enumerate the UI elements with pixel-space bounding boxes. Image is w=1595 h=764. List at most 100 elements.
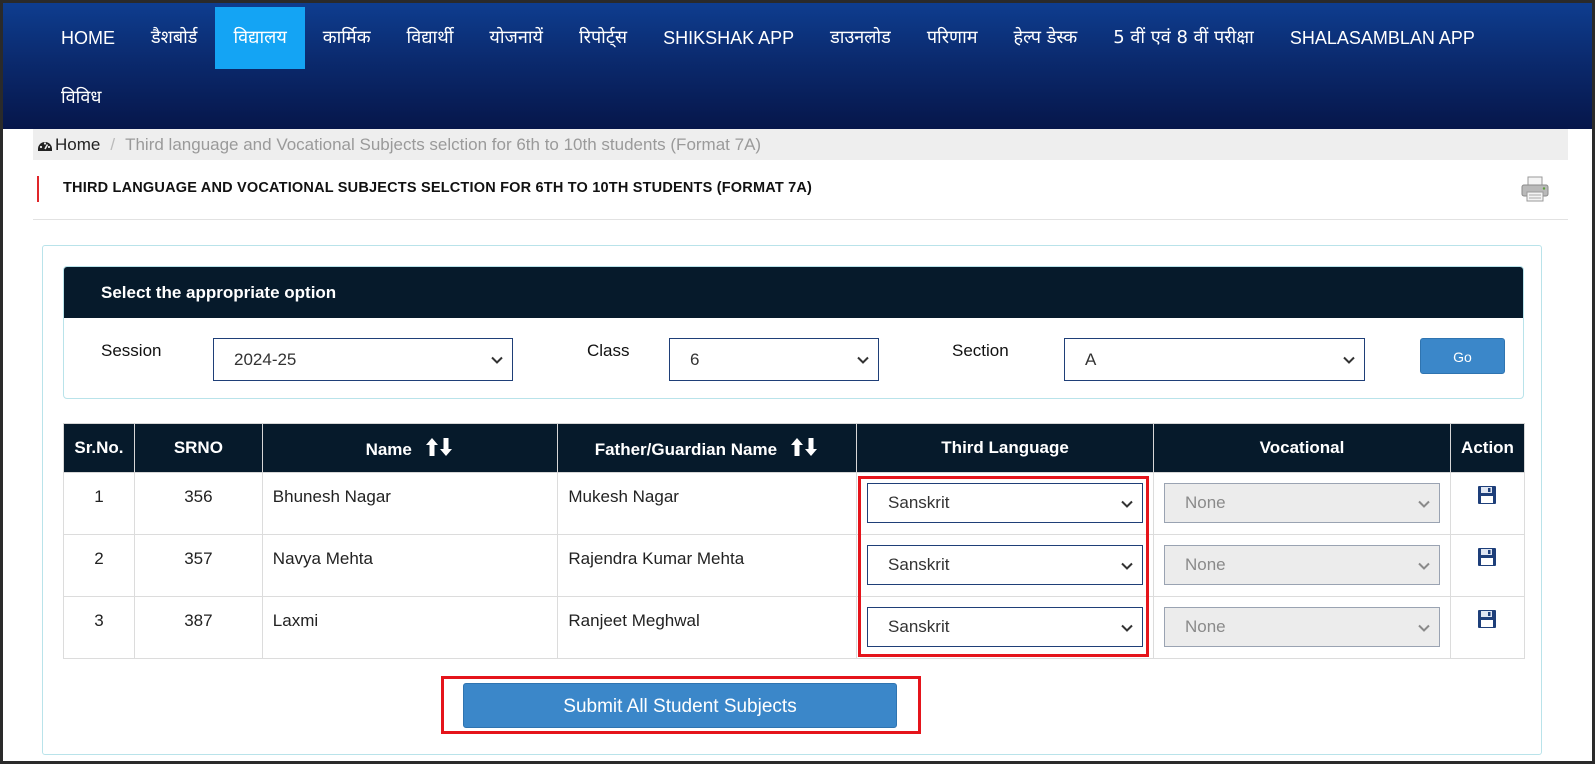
page-frame: HOME डैशबोर्ड विद्यालय कार्मिक विद्यार्थी योज… bbox=[0, 0, 1595, 764]
nav-item-6[interactable]: रिपोर्ट्स bbox=[561, 7, 645, 69]
sort-icon[interactable] bbox=[425, 437, 455, 457]
nav-item-9[interactable]: परिणाम bbox=[909, 7, 996, 69]
filter-panel-header: Select the appropriate option bbox=[64, 267, 1523, 318]
cell-student-name: Bhunesh Nagar bbox=[261, 472, 559, 535]
cell-student-name: Laxmi bbox=[261, 596, 559, 659]
chevron-down-icon bbox=[1121, 624, 1133, 632]
cell-student-name: Navya Mehta bbox=[261, 534, 559, 597]
go-button[interactable]: Go bbox=[1420, 338, 1505, 374]
chevron-down-icon bbox=[1343, 356, 1355, 364]
main-panel: Select the appropriate option Session 20… bbox=[42, 245, 1542, 755]
cell-vocational: None bbox=[1153, 534, 1451, 597]
third-language-value: Sanskrit bbox=[888, 617, 950, 636]
nav-item-4[interactable]: विद्यार्थी bbox=[389, 7, 472, 69]
nav-row2-item-0[interactable]: विविध bbox=[43, 67, 119, 129]
col-header-srno2: SRNO bbox=[133, 423, 263, 473]
chevron-down-icon bbox=[857, 356, 869, 364]
nav-item-12[interactable]: SHALASAMBLAN APP bbox=[1272, 7, 1493, 69]
third-language-value: Sanskrit bbox=[888, 493, 950, 512]
vocational-select[interactable]: None bbox=[1164, 483, 1440, 523]
col-header-vocational: Vocational bbox=[1153, 423, 1451, 473]
cell-father-name: Ranjeet Meghwal bbox=[557, 596, 858, 659]
vocational-value: None bbox=[1185, 617, 1226, 636]
cell-vocational: None bbox=[1153, 472, 1451, 535]
cell-sr-no: 2 bbox=[63, 534, 135, 597]
session-select[interactable]: 2024-25 bbox=[213, 338, 513, 381]
section-select-value: A bbox=[1085, 350, 1097, 369]
nav-item-11[interactable]: 5 वीं एवं 8 वीं परीक्षा bbox=[1095, 7, 1272, 69]
chevron-down-icon bbox=[1121, 562, 1133, 570]
cell-srno: 356 bbox=[133, 472, 263, 535]
submit-all-button[interactable]: Submit All Student Subjects bbox=[463, 683, 897, 728]
nav-item-8[interactable]: डाउनलोड bbox=[812, 7, 909, 69]
session-select-value: 2024-25 bbox=[234, 350, 297, 369]
nav-item-5[interactable]: योजनायें bbox=[471, 7, 561, 69]
col-header-name[interactable]: Name bbox=[261, 423, 559, 473]
nav-item-1[interactable]: डैशबोर्ड bbox=[133, 7, 215, 69]
cell-sr-no: 3 bbox=[63, 596, 135, 659]
title-accent-bar bbox=[37, 176, 39, 202]
breadcrumb-home-link[interactable]: Home bbox=[37, 135, 100, 155]
save-icon[interactable] bbox=[1477, 485, 1497, 505]
save-icon[interactable] bbox=[1477, 547, 1497, 567]
cell-action bbox=[1449, 596, 1526, 659]
cell-vocational: None bbox=[1153, 596, 1451, 659]
table-row: 2 357 Navya Mehta Rajendra Kumar Mehta Sansk… bbox=[63, 534, 1526, 597]
table-row: 1 356 Bhunesh Nagar Mukesh Nagar Sanskrit Non… bbox=[63, 472, 1526, 535]
chevron-down-icon bbox=[491, 356, 503, 364]
dashboard-icon bbox=[38, 141, 52, 151]
third-language-select[interactable]: Sanskrit bbox=[867, 545, 1144, 585]
cell-father-name: Rajendra Kumar Mehta bbox=[557, 534, 858, 597]
cell-third-language: Sanskrit bbox=[856, 596, 1155, 659]
breadcrumb-current: Third language and Vocational Subjects s… bbox=[125, 134, 762, 154]
nav-item-3[interactable]: कार्मिक bbox=[305, 7, 389, 69]
col-header-third-language: Third Language bbox=[856, 423, 1155, 473]
nav-item-10[interactable]: हेल्प डेस्क bbox=[996, 7, 1096, 69]
col-header-father[interactable]: Father/Guardian Name bbox=[557, 423, 858, 473]
chevron-down-icon bbox=[1418, 562, 1430, 570]
students-table: Sr.No. SRNO Name Father/Guardian Name Th… bbox=[63, 423, 1526, 659]
cell-sr-no: 1 bbox=[63, 472, 135, 535]
cell-action bbox=[1449, 534, 1526, 597]
page-title-bar: THIRD LANGUAGE AND VOCATIONAL SUBJECTS S… bbox=[33, 160, 1568, 220]
col-header-action: Action bbox=[1449, 423, 1526, 473]
section-select[interactable]: A bbox=[1064, 338, 1365, 381]
third-language-select[interactable]: Sanskrit bbox=[867, 607, 1144, 647]
col-header-name-label: Name bbox=[365, 439, 412, 459]
chevron-down-icon bbox=[1121, 500, 1133, 508]
breadcrumb-home-label: Home bbox=[55, 134, 101, 154]
session-label: Session bbox=[101, 341, 162, 360]
nav-item-0[interactable]: HOME bbox=[43, 7, 133, 69]
sort-icon[interactable] bbox=[790, 437, 820, 457]
table-header-row: Sr.No. SRNO Name Father/Guardian Name Th… bbox=[63, 423, 1526, 473]
class-label: Class bbox=[587, 341, 630, 360]
vocational-value: None bbox=[1185, 555, 1226, 574]
save-icon[interactable] bbox=[1477, 609, 1497, 629]
cell-action bbox=[1449, 472, 1526, 535]
chevron-down-icon bbox=[1418, 624, 1430, 632]
nav-item-2[interactable]: विद्यालय bbox=[215, 7, 305, 69]
class-select[interactable]: 6 bbox=[669, 338, 879, 381]
chevron-down-icon bbox=[1418, 500, 1430, 508]
nav-item-7[interactable]: SHIKSHAK APP bbox=[645, 7, 812, 69]
col-header-father-label: Father/Guardian Name bbox=[594, 439, 778, 459]
vocational-select[interactable]: None bbox=[1164, 607, 1440, 647]
nav-row-1: HOME डैशबोर्ड विद्यालय कार्मिक विद्यार्थी योज… bbox=[43, 7, 1493, 69]
print-icon[interactable] bbox=[1520, 174, 1550, 204]
cell-third-language: Sanskrit bbox=[856, 534, 1155, 597]
cell-father-name: Mukesh Nagar bbox=[557, 472, 858, 535]
nav-row-2: विविध bbox=[43, 67, 119, 129]
col-header-srno: Sr.No. bbox=[63, 423, 135, 473]
breadcrumb-separator: / bbox=[110, 134, 116, 154]
cell-third-language: Sanskrit bbox=[856, 472, 1155, 535]
vocational-select[interactable]: None bbox=[1164, 545, 1440, 585]
page-title: THIRD LANGUAGE AND VOCATIONAL SUBJECTS S… bbox=[63, 180, 813, 196]
breadcrumb: Home / Third language and Vocational Sub… bbox=[33, 129, 1568, 160]
cell-srno: 357 bbox=[133, 534, 263, 597]
filter-panel: Select the appropriate option Session 20… bbox=[63, 266, 1524, 399]
table-row: 3 387 Laxmi Ranjeet Meghwal Sanskrit None bbox=[63, 596, 1526, 659]
third-language-value: Sanskrit bbox=[888, 555, 950, 574]
table-body: 1 356 Bhunesh Nagar Mukesh Nagar Sanskrit Non… bbox=[63, 472, 1526, 659]
cell-srno: 387 bbox=[133, 596, 263, 659]
third-language-select[interactable]: Sanskrit bbox=[867, 483, 1144, 523]
